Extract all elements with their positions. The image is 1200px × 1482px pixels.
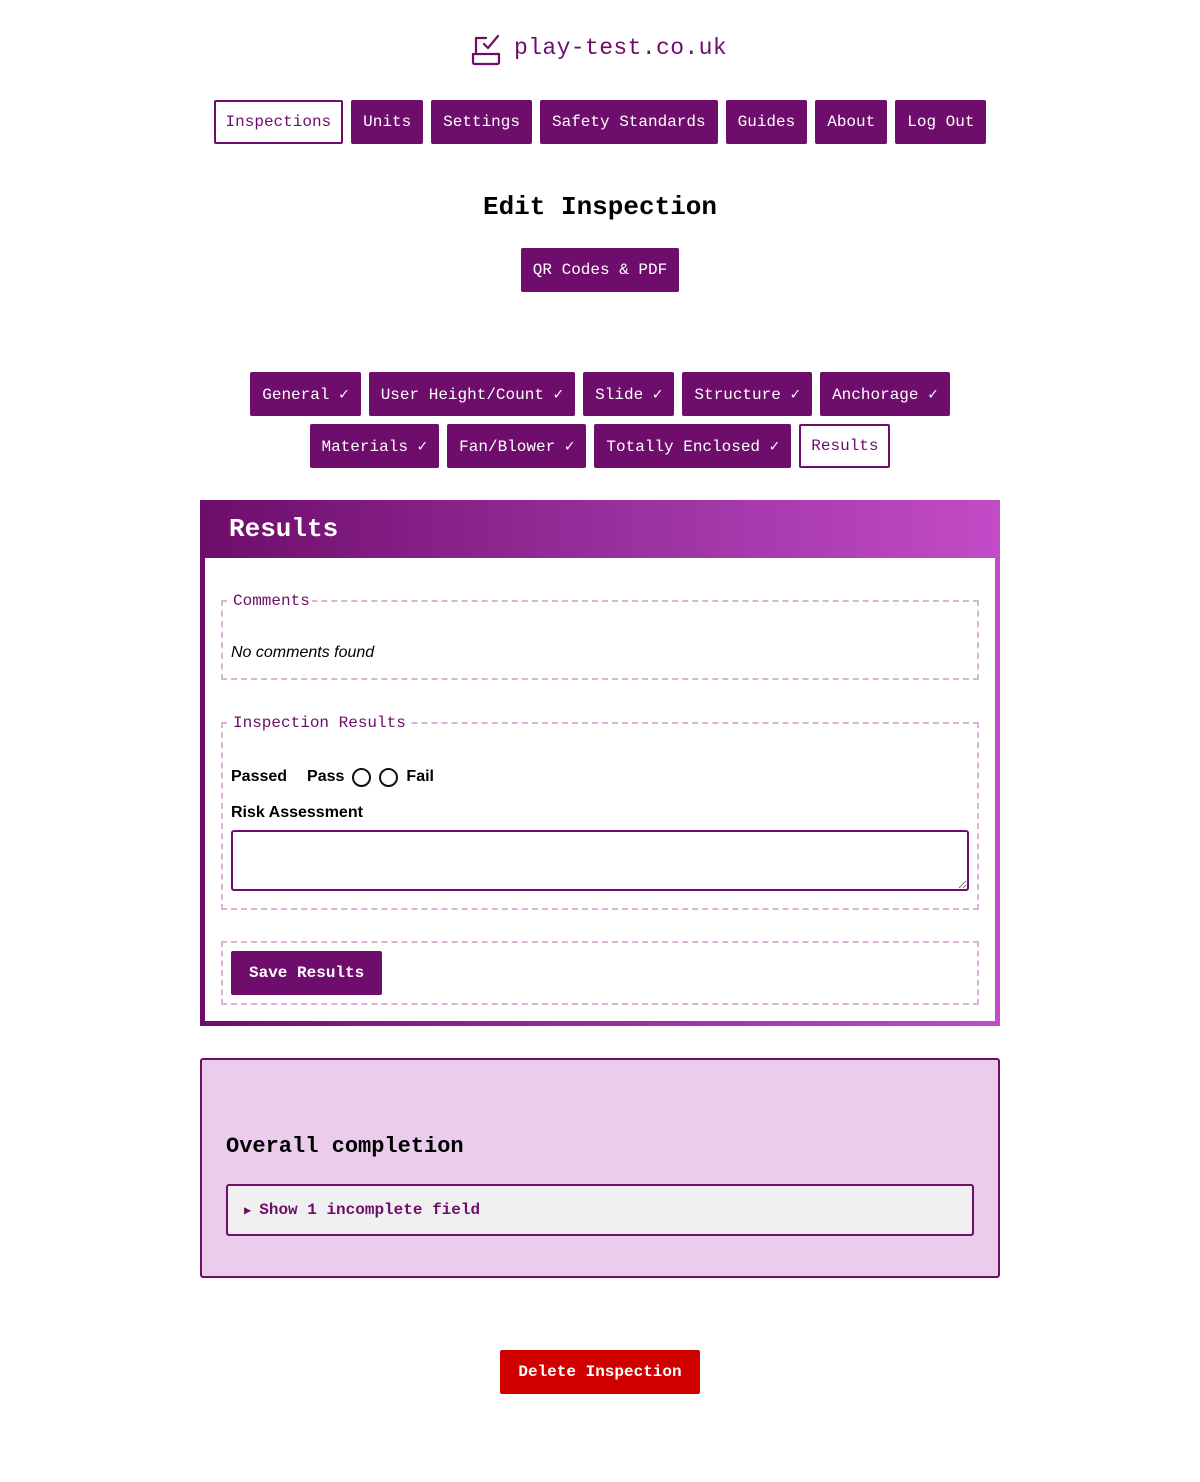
inspection-results-legend: Inspection Results <box>233 714 406 732</box>
fail-radio[interactable] <box>379 767 399 787</box>
results-panel: Results Comments No comments found Inspe… <box>200 500 1000 1026</box>
tab-totally-enclosed[interactable]: Totally Enclosed ✓ <box>594 424 792 468</box>
fail-label: Fail <box>406 768 434 785</box>
incomplete-fields-summary: Show 1 incomplete field <box>259 1201 481 1219</box>
nav-settings[interactable]: Settings <box>431 100 532 144</box>
tab-general[interactable]: General ✓ <box>250 372 361 416</box>
delete-inspection-button[interactable]: Delete Inspection <box>500 1350 700 1394</box>
nav-inspections[interactable]: Inspections <box>213 100 344 144</box>
nav-units[interactable]: Units <box>351 100 424 144</box>
comments-legend: Comments <box>233 592 310 610</box>
no-comments-text: No comments found <box>231 644 375 661</box>
pass-label: Pass <box>307 768 345 785</box>
risk-assessment-label: Risk Assessment <box>231 804 363 821</box>
comments-fieldset: Comments No comments found <box>221 592 979 680</box>
save-results-button[interactable]: Save Results <box>231 951 383 995</box>
nav-guides[interactable]: Guides <box>725 100 808 144</box>
risk-assessment-textarea[interactable] <box>231 830 969 891</box>
results-title: Results <box>229 514 339 544</box>
brand-name: play-test.co.uk <box>514 35 728 61</box>
nav-log-out[interactable]: Log Out <box>895 100 987 144</box>
incomplete-fields-toggle[interactable]: ▶ Show 1 incomplete field <box>226 1184 974 1236</box>
qr-codes-pdf-button[interactable]: QR Codes & PDF <box>520 248 680 292</box>
tab-fan-blower[interactable]: Fan/Blower ✓ <box>447 424 587 468</box>
tab-user-height-count[interactable]: User Height/Count ✓ <box>368 372 576 416</box>
tab-anchorage[interactable]: Anchorage ✓ <box>820 372 950 416</box>
inspection-results-fieldset: Inspection Results Passed Pass Fail Risk… <box>221 714 979 910</box>
brand-link[interactable]: play-test.co.uk <box>470 30 727 66</box>
inspection-tabs-row-1: General ✓ User Height/Count ✓ Slide ✓ St… <box>0 372 1200 416</box>
save-fieldset: Save Results <box>221 941 979 1005</box>
tab-results[interactable]: Results <box>799 424 891 468</box>
passed-label: Passed <box>231 768 288 785</box>
nav-about[interactable]: About <box>815 100 888 144</box>
pass-radio[interactable] <box>352 767 372 787</box>
page-title: Edit Inspection <box>482 192 718 222</box>
tab-materials[interactable]: Materials ✓ <box>309 424 440 468</box>
tab-structure[interactable]: Structure ✓ <box>682 372 813 416</box>
tab-slide[interactable]: Slide ✓ <box>583 372 675 416</box>
main-nav: Inspections Units Settings Safety Standa… <box>0 100 1200 144</box>
disclosure-triangle-icon: ▶ <box>244 1203 252 1218</box>
inspection-tabs-row-2: Materials ✓ Fan/Blower ✓ Totally Enclose… <box>0 424 1200 468</box>
nav-safety-standards[interactable]: Safety Standards <box>539 100 718 144</box>
overall-completion-title: Overall completion <box>226 1134 464 1159</box>
site-header: play-test.co.uk <box>0 30 1200 70</box>
overall-completion-panel: Overall completion ▶ Show 1 incomplete f… <box>200 1058 1000 1278</box>
checkbox-tray-icon <box>470 30 502 66</box>
